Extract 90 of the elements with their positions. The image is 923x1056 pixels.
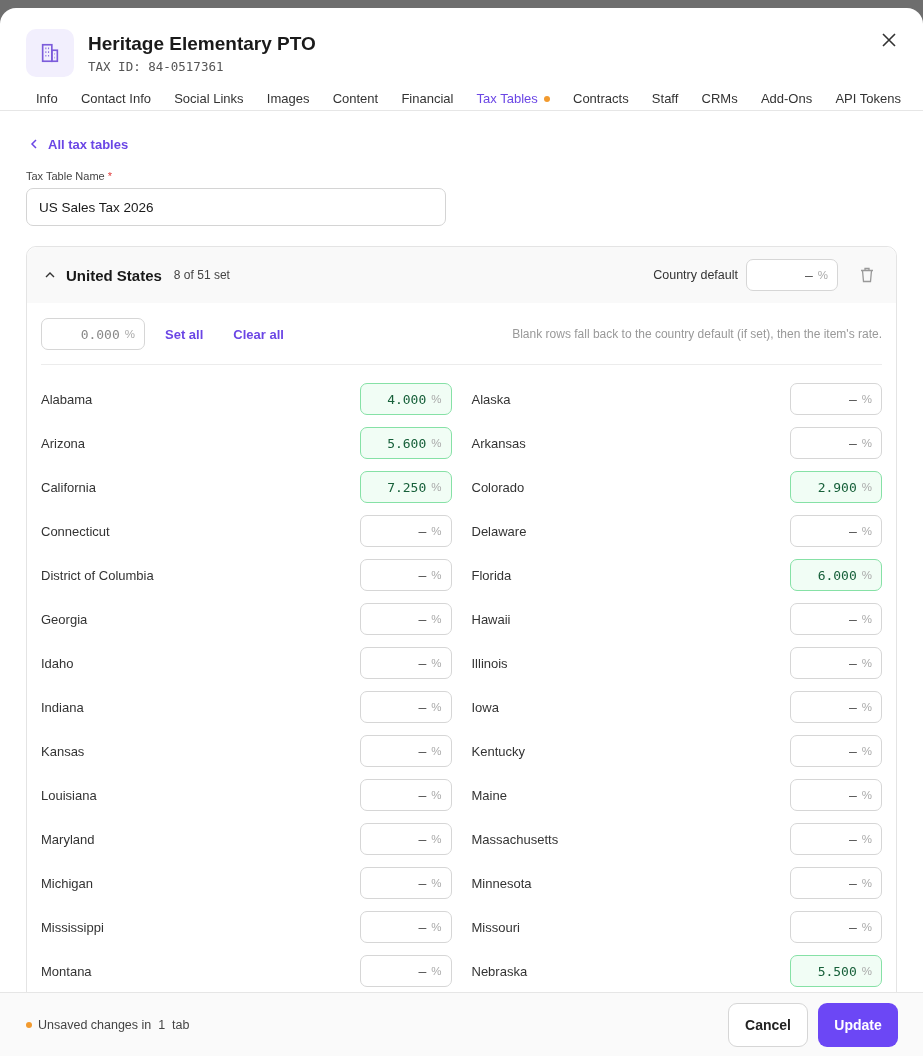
rate-field[interactable]: – % — [790, 867, 882, 899]
tab[interactable]: Social Links — [174, 91, 244, 110]
state-name: Iowa — [471, 699, 499, 715]
building-icon — [26, 29, 74, 77]
country-name: United States — [66, 266, 162, 284]
tab[interactable]: Contact Info — [80, 91, 151, 110]
rate-field[interactable]: – % — [359, 823, 452, 855]
organization-title: Heritage Elementary PTO — [88, 32, 316, 55]
state-name: Maine — [471, 787, 507, 803]
rate-field[interactable]: – % — [790, 735, 882, 767]
close-icon[interactable] — [882, 33, 896, 47]
rate-field[interactable]: – % — [359, 647, 452, 679]
state-name: Missouri — [471, 919, 520, 935]
clear-all-button[interactable]: Clear all — [233, 326, 284, 342]
bulk-rate-field[interactable]: 0.000 % — [41, 318, 145, 350]
rate-field[interactable]: – % — [359, 691, 452, 723]
rate-field[interactable]: 6.000 % — [790, 559, 882, 591]
country-default-field[interactable]: – % — [746, 259, 838, 291]
state-name: Arizona — [41, 435, 86, 451]
required-mark: * — [107, 170, 112, 182]
rate-field[interactable]: 2.900 % — [790, 471, 882, 503]
state-name: Montana — [41, 963, 92, 979]
rate-field[interactable]: – % — [790, 515, 882, 547]
state-name: District of Columbia — [41, 567, 154, 583]
state-name: Minnesota — [471, 875, 532, 891]
rate-field[interactable]: – % — [359, 735, 452, 767]
state-name: Hawaii — [471, 611, 511, 627]
rate-field[interactable]: – % — [359, 603, 452, 635]
set-all-button[interactable]: Set all — [165, 326, 204, 342]
rate-field[interactable]: – % — [359, 867, 452, 899]
rate-field[interactable]: – % — [359, 559, 452, 591]
tab[interactable]: Info — [36, 91, 58, 110]
set-count: 8 of 51 set — [173, 268, 230, 282]
tax-id: TAX ID: 84-0517361 — [88, 58, 225, 74]
state-name: Idaho — [41, 655, 74, 671]
rate-field[interactable]: – % — [790, 823, 882, 855]
chevron-icon[interactable] — [45, 272, 55, 278]
cancel-button[interactable]: Cancel — [728, 1002, 808, 1047]
state-name: Alabama — [41, 391, 93, 407]
state-name: California — [41, 479, 96, 495]
tax-table-name-field[interactable]: US Sales Tax 2026 — [26, 188, 446, 226]
state-name: Colorado — [471, 479, 525, 495]
state-name: Florida — [471, 567, 512, 583]
state-name: Delaware — [471, 523, 527, 539]
state-name: Nebraska — [471, 963, 528, 979]
tab[interactable]: Tax Tables — [476, 91, 550, 110]
state-name: Illinois — [471, 655, 508, 671]
tab[interactable]: API Tokens — [835, 91, 901, 110]
state-name: Alaska — [471, 391, 511, 407]
state-name: Kansas — [41, 743, 85, 759]
field-label: Tax Table Name * — [26, 170, 113, 182]
state-name: Michigan — [41, 875, 94, 891]
rate-field[interactable]: – % — [359, 955, 452, 987]
rate-field[interactable]: – % — [359, 515, 452, 547]
state-name: Louisiana — [41, 787, 97, 803]
tab[interactable]: Content — [332, 91, 379, 110]
state-name: Kentucky — [471, 743, 525, 759]
state-name: Georgia — [41, 611, 88, 627]
rate-field[interactable]: 4.000 % — [359, 383, 452, 415]
rate-field[interactable]: – % — [359, 911, 452, 943]
chevron-left-icon — [30, 139, 38, 149]
state-name: Indiana — [41, 699, 84, 715]
back-link[interactable]: All tax tables — [30, 136, 129, 152]
tab[interactable]: CRMs — [701, 91, 738, 110]
rate-field[interactable]: – % — [790, 383, 882, 415]
rate-field[interactable]: – % — [790, 647, 882, 679]
update-button[interactable]: Update — [818, 1002, 898, 1047]
tab[interactable]: Images — [266, 91, 310, 110]
rate-field[interactable]: 7.250 % — [359, 471, 452, 503]
rate-field[interactable]: – % — [790, 427, 882, 459]
rate-field[interactable]: – % — [790, 911, 882, 943]
state-name: Massachusetts — [471, 831, 559, 847]
rate-field[interactable]: – % — [359, 779, 452, 811]
rate-field[interactable]: 5.600 % — [359, 427, 452, 459]
country-default-label: Country default — [653, 268, 738, 282]
tab[interactable]: Add-Ons — [760, 91, 813, 110]
state-name: Mississippi — [41, 919, 104, 935]
rate-field[interactable]: – % — [790, 603, 882, 635]
rate-field[interactable]: – % — [790, 691, 882, 723]
state-name: Connecticut — [41, 523, 110, 539]
state-name: Arkansas — [471, 435, 526, 451]
rate-field[interactable]: 5.500 % — [790, 955, 882, 987]
tab[interactable]: Staff — [651, 91, 679, 110]
tab[interactable]: Contracts — [573, 91, 629, 110]
tab[interactable]: Financial — [401, 91, 454, 110]
state-name: Maryland — [41, 831, 95, 847]
rate-field[interactable]: – % — [790, 779, 882, 811]
unsaved-status: Unsaved changes in 1 tab — [38, 1017, 190, 1032]
trash-icon[interactable] — [860, 267, 874, 283]
hint-text: Blank rows fall back to the country default (if set), then the item's rate. — [512, 327, 882, 341]
